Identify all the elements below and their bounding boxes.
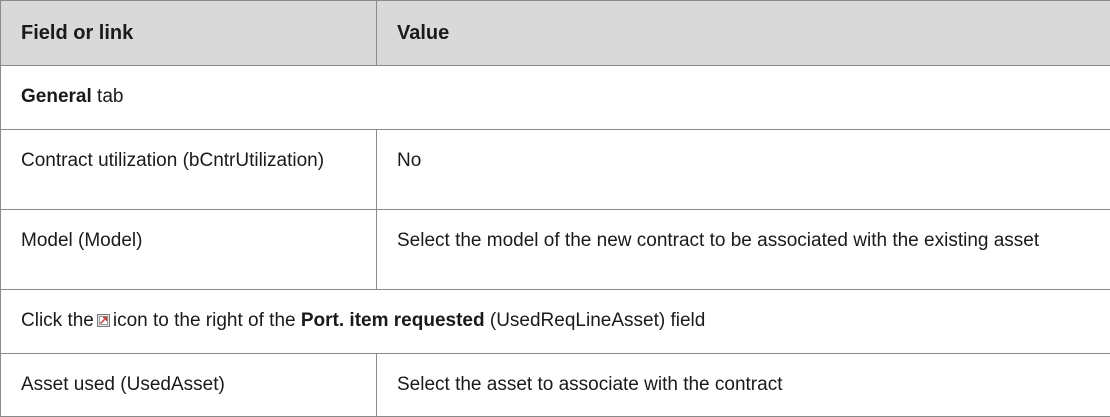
- open-link-icon: [96, 308, 110, 327]
- instruction-cell: Click the icon to the right of the Port.…: [0, 289, 1110, 354]
- table-row: Asset used (UsedAsset) Select the asset …: [0, 353, 1110, 417]
- field-cell-contract-utilization: Contract utilization (bCntrUtilization): [0, 129, 377, 210]
- table-header-row: Field or link Value: [0, 0, 1110, 66]
- general-tab-cell: General tab: [0, 65, 1110, 130]
- instruction-part1: Click the: [21, 310, 94, 331]
- header-field-or-link: Field or link: [0, 0, 377, 66]
- header-value: Value: [376, 0, 1110, 66]
- instruction-part3: (UsedReqLineAsset) field: [484, 310, 706, 331]
- instruction-row: Click the icon to the right of the Port.…: [0, 289, 1110, 354]
- general-tab-label: General: [21, 86, 92, 107]
- instruction-part2: icon to the right of the: [112, 310, 301, 331]
- field-cell-model: Model (Model): [0, 209, 377, 290]
- field-value-table: Field or link Value General tab Contract…: [0, 0, 1110, 417]
- table-row: Model (Model) Select the model of the ne…: [0, 209, 1110, 290]
- instruction-bold-field: Port. item requested: [300, 310, 485, 331]
- value-cell-contract-utilization: No: [376, 129, 1110, 210]
- field-cell-asset-used: Asset used (UsedAsset): [0, 353, 377, 417]
- general-tab-suffix: tab: [91, 86, 124, 107]
- value-cell-asset-used: Select the asset to associate with the c…: [376, 353, 1110, 417]
- general-tab-row: General tab: [0, 65, 1110, 130]
- table-row: Contract utilization (bCntrUtilization) …: [0, 129, 1110, 210]
- value-cell-model: Select the model of the new contract to …: [376, 209, 1110, 290]
